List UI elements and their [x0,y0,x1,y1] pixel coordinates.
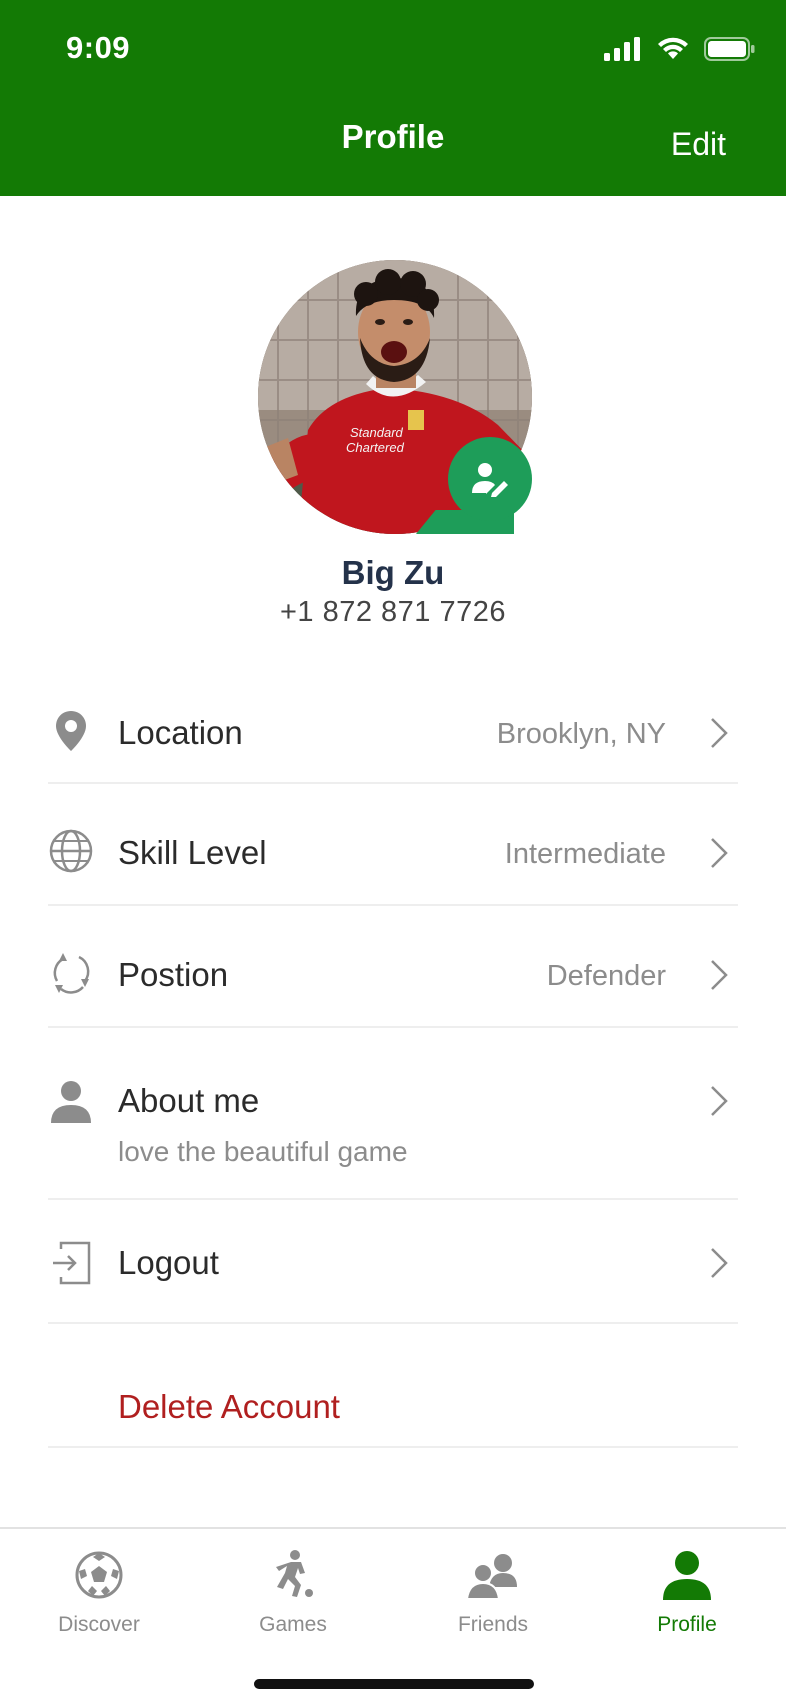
tab-bar: Discover Games Friends Profile [0,1527,786,1703]
person-edit-icon [472,463,508,497]
about-me-label: About me [118,1082,260,1119]
friends-icon [418,1547,568,1603]
tab-discover-label: Discover [58,1613,140,1636]
edit-profile-photo-button[interactable] [448,437,532,521]
location-value: Brooklyn, NY [496,718,666,750]
home-indicator [254,1679,534,1689]
avatar-container: Standard Chartered [258,260,532,534]
chevron-right-icon [711,718,728,748]
tab-games-label: Games [259,1613,327,1636]
chevron-right-icon [711,1248,728,1278]
delete-account-button[interactable]: Delete Account [118,1388,340,1426]
about-me-row[interactable]: About me love the beautiful game [48,1028,738,1200]
position-value: Defender [546,960,666,992]
location-pin-icon [48,708,94,754]
profile-name: Big Zu [341,554,445,591]
location-row[interactable]: Location Brooklyn, NY [48,696,738,784]
profile-phone: +1 872 871 7726 [279,596,507,628]
about-me-text: love the beautiful game [118,1136,408,1167]
shirt-text-1: Standard [350,425,404,440]
skill-level-value: Intermediate [504,838,666,870]
skill-level-label: Skill Level [118,834,267,871]
tab-discover[interactable]: Discover [24,1547,174,1637]
signal-icon [604,37,640,61]
person-icon [48,1078,94,1124]
soccer-ball-icon [24,1547,174,1603]
wifi-icon [658,37,688,59]
tab-profile-label: Profile [657,1613,717,1636]
profile-person-icon [612,1547,762,1603]
player-kick-icon [218,1547,368,1603]
battery-icon [704,37,755,61]
tab-games[interactable]: Games [218,1547,368,1637]
rotate-icon [48,950,94,996]
tab-friends[interactable]: Friends [418,1547,568,1637]
position-row[interactable]: Postion Defender [48,906,738,1028]
tab-profile[interactable]: Profile [612,1547,762,1637]
app-header: 9:09 Profile Edit [0,0,786,196]
tab-friends-label: Friends [457,1613,529,1636]
logout-label: Logout [118,1244,219,1281]
edit-button[interactable]: Edit [671,126,726,163]
skill-level-row[interactable]: Skill Level Intermediate [48,784,738,906]
chevron-right-icon [711,1086,728,1116]
shirt-text-2: Chartered [346,440,405,455]
logout-icon [48,1240,94,1286]
status-icons [604,36,756,62]
location-label: Location [118,714,243,751]
position-label: Postion [118,956,229,993]
delete-account-row[interactable]: Delete Account [48,1324,738,1448]
chevron-right-icon [711,838,728,868]
status-time: 9:09 [66,30,131,65]
logout-row[interactable]: Logout [48,1200,738,1324]
globe-icon [48,828,94,874]
page-title: Profile [341,118,445,155]
chevron-right-icon [711,960,728,990]
